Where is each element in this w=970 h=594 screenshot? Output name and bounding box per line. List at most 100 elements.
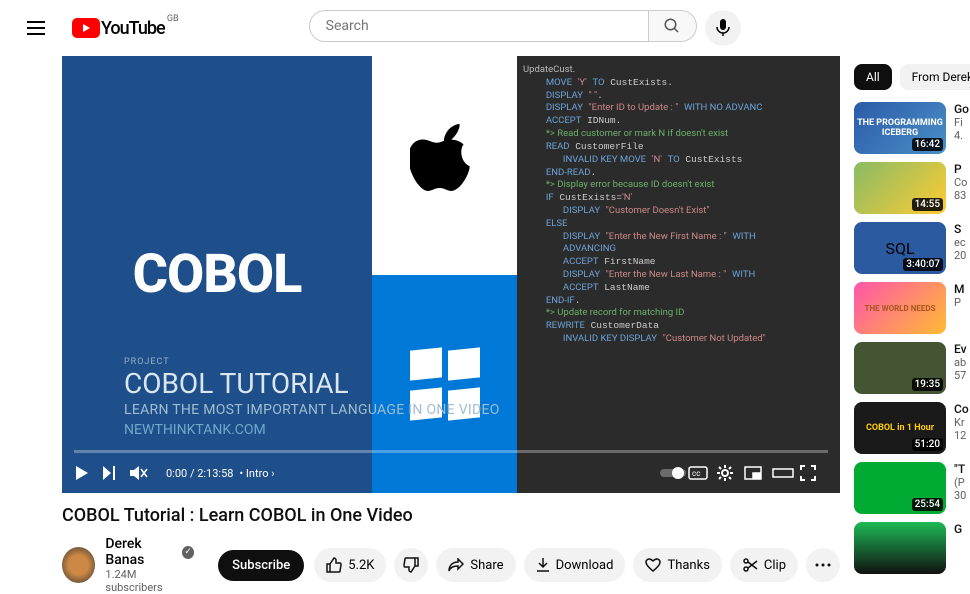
download-button[interactable]: Download bbox=[524, 548, 626, 582]
rec-views: 30 bbox=[954, 489, 966, 502]
thumb-up-icon bbox=[326, 557, 342, 573]
recommendation-item[interactable]: 25:54 "T(P30 bbox=[854, 462, 970, 514]
chapter-label[interactable]: • Intro › bbox=[239, 467, 274, 480]
captions-button[interactable]: cc bbox=[688, 466, 716, 480]
recommendation-item[interactable]: 14:55PCo83 bbox=[854, 162, 970, 214]
rec-title: P bbox=[954, 162, 967, 176]
share-icon bbox=[448, 558, 464, 572]
code-snippet: UpdateCust. MOVE 'Y' TO CustExists. DISP… bbox=[517, 56, 840, 493]
rec-duration: 14:55 bbox=[912, 198, 943, 211]
menu-button[interactable] bbox=[16, 8, 56, 48]
fullscreen-icon bbox=[800, 465, 816, 481]
autoplay-icon bbox=[660, 466, 686, 480]
rec-thumbnail: THE WORLD NEEDS bbox=[854, 282, 946, 334]
filter-from-channel[interactable]: From Derek Banas bbox=[900, 64, 970, 90]
like-button[interactable]: 5.2K bbox=[314, 548, 386, 582]
fullscreen-button[interactable] bbox=[800, 465, 828, 481]
rec-channel: Fi bbox=[954, 116, 969, 129]
recommendation-item[interactable]: COBOL in 1 Hour51:20 CoKr12 bbox=[854, 402, 970, 454]
rec-duration: 19:35 bbox=[912, 378, 943, 391]
rec-channel: (P bbox=[954, 476, 966, 489]
svg-text:cc: cc bbox=[692, 469, 700, 478]
overlay-project: PROJECT bbox=[124, 357, 500, 367]
captions-icon: cc bbox=[688, 466, 708, 480]
rec-title: "T bbox=[954, 462, 966, 476]
recommendation-item[interactable]: THE WORLD NEEDS MP bbox=[854, 282, 970, 334]
rec-thumbnail bbox=[854, 522, 946, 574]
logo-text: YouTube bbox=[101, 18, 165, 39]
share-button[interactable]: Share bbox=[436, 548, 515, 582]
rec-views: 20 bbox=[954, 249, 966, 262]
video-player[interactable]: COBOL UpdateCust. MOVE 'Y' TO CustExists… bbox=[62, 56, 840, 493]
overlay-subtitle: LEARN THE MOST IMPORTANT LANGUAGE IN ONE… bbox=[124, 402, 500, 418]
recommendation-item[interactable]: THE PROGRAMMING ICEBERG16:42 GoFi4. bbox=[854, 102, 970, 154]
region-code: GB bbox=[167, 14, 179, 24]
mute-button[interactable] bbox=[130, 465, 158, 481]
rec-title: Co bbox=[954, 402, 969, 416]
volume-muted-icon bbox=[130, 465, 148, 481]
thanks-button[interactable]: Thanks bbox=[633, 548, 721, 582]
theater-icon bbox=[772, 466, 794, 480]
search-input[interactable] bbox=[309, 10, 649, 42]
dislike-button[interactable] bbox=[394, 548, 428, 582]
autoplay-toggle[interactable] bbox=[660, 466, 688, 480]
rec-thumbnail: 19:35 bbox=[854, 342, 946, 394]
voice-search-button[interactable] bbox=[705, 10, 741, 46]
rec-duration: 51:20 bbox=[912, 438, 943, 451]
heart-icon bbox=[645, 558, 661, 572]
more-button[interactable] bbox=[806, 548, 840, 582]
search-icon bbox=[663, 17, 681, 35]
miniplayer-icon bbox=[744, 466, 762, 480]
filter-all[interactable]: All bbox=[854, 64, 892, 90]
clip-button[interactable]: Clip bbox=[730, 548, 798, 582]
rec-thumbnail: SQL3:40:07 bbox=[854, 222, 946, 274]
rec-thumbnail: 14:55 bbox=[854, 162, 946, 214]
time-display: 0:00 / 2:13:58 bbox=[166, 467, 233, 480]
download-icon bbox=[536, 557, 550, 573]
rec-thumbnail: THE PROGRAMMING ICEBERG16:42 bbox=[854, 102, 946, 154]
subscribe-button[interactable]: Subscribe bbox=[218, 550, 304, 581]
verified-icon: ✓ bbox=[182, 546, 194, 559]
hamburger-icon bbox=[27, 27, 45, 29]
channel-name[interactable]: Derek Banas✓ bbox=[105, 536, 194, 568]
rec-channel: P bbox=[954, 296, 965, 309]
rec-views: 4. bbox=[954, 129, 969, 142]
rec-thumbnail: 25:54 bbox=[854, 462, 946, 514]
recommendation-item[interactable]: SQL3:40:07 Sec20 bbox=[854, 222, 970, 274]
recommendation-item[interactable]: 19:35 Evab57 bbox=[854, 342, 970, 394]
next-icon bbox=[102, 465, 118, 481]
rec-channel: ec bbox=[954, 236, 966, 249]
rec-channel: ab bbox=[954, 356, 967, 369]
scissors-icon bbox=[742, 557, 758, 573]
rec-views: 57 bbox=[954, 369, 967, 382]
rec-views: 12 bbox=[954, 429, 969, 442]
recommendation-item[interactable]: G bbox=[854, 522, 970, 574]
rec-title: Go bbox=[954, 102, 969, 116]
settings-button[interactable] bbox=[716, 464, 744, 482]
thumb-down-icon bbox=[403, 557, 419, 573]
miniplayer-button[interactable] bbox=[744, 466, 772, 480]
gear-icon bbox=[716, 464, 734, 482]
search-button[interactable] bbox=[649, 10, 697, 42]
overlay-title: COBOL TUTORIAL bbox=[124, 367, 500, 400]
rec-channel: Kr bbox=[954, 416, 969, 429]
next-button[interactable] bbox=[102, 465, 130, 481]
theater-button[interactable] bbox=[772, 466, 800, 480]
ellipsis-icon bbox=[815, 563, 831, 567]
subscriber-count: 1.24M subscribers bbox=[105, 568, 194, 594]
rec-duration: 25:54 bbox=[912, 498, 943, 511]
youtube-logo[interactable]: YouTube GB bbox=[72, 18, 165, 39]
rec-title: Ev bbox=[954, 342, 967, 356]
thumb-big-text: COBOL bbox=[133, 243, 302, 306]
play-button[interactable] bbox=[74, 465, 102, 481]
video-title: COBOL Tutorial : Learn COBOL in One Vide… bbox=[62, 505, 840, 526]
rec-thumbnail: COBOL in 1 Hour51:20 bbox=[854, 402, 946, 454]
rec-channel: Co bbox=[954, 176, 967, 189]
rec-duration: 16:42 bbox=[912, 138, 943, 151]
rec-duration: 3:40:07 bbox=[903, 258, 943, 271]
overlay-url: NEWTHINKTANK.COM bbox=[124, 422, 500, 438]
rec-title: M bbox=[954, 282, 965, 296]
rec-title: S bbox=[954, 222, 966, 236]
channel-avatar[interactable] bbox=[62, 547, 95, 583]
rec-title: G bbox=[954, 522, 962, 536]
